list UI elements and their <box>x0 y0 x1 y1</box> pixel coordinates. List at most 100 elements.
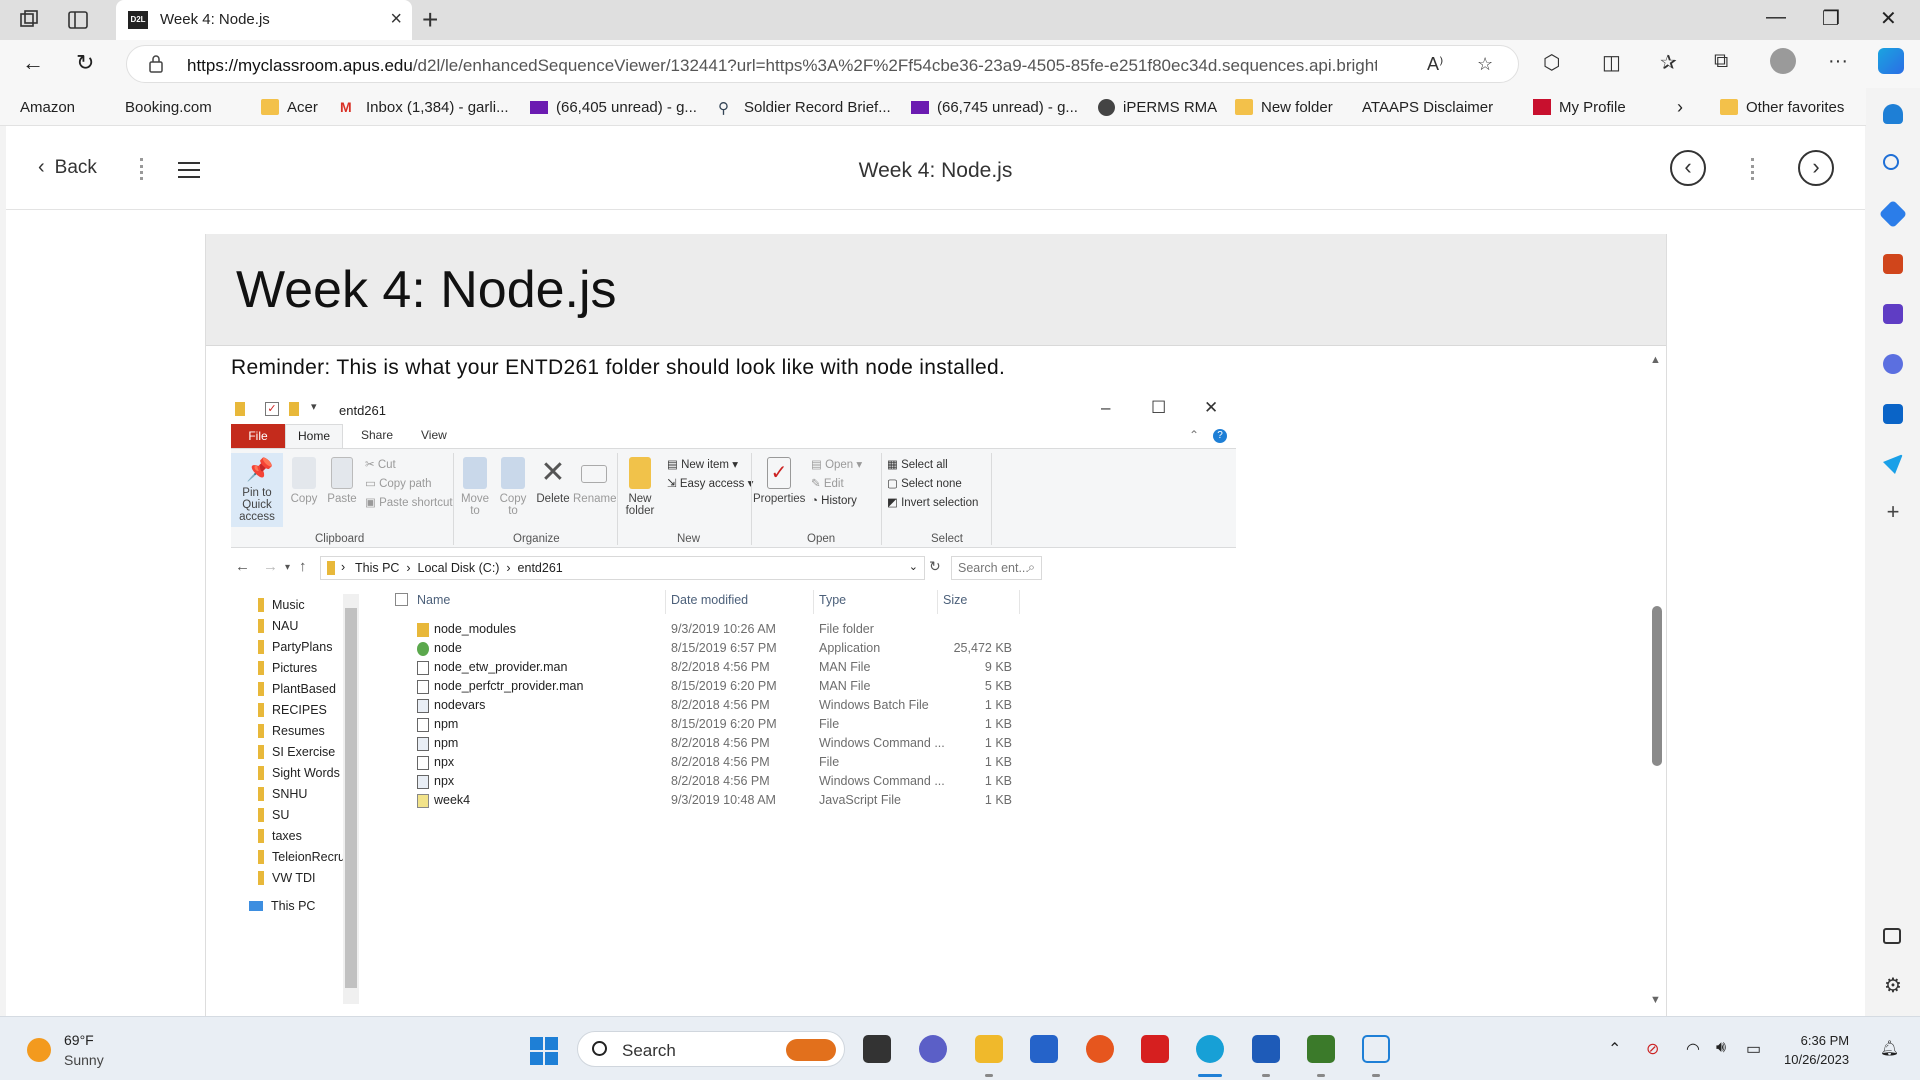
favorite-item[interactable]: M Inbox (1,384) - garli... <box>340 97 509 117</box>
teams-chat-icon[interactable] <box>919 1035 947 1063</box>
extensions-icon[interactable]: ⬡ <box>1543 50 1560 75</box>
copilot-icon[interactable] <box>1878 48 1904 74</box>
folder-icon <box>258 871 264 885</box>
path-dropdown-icon: ⌄ <box>908 561 918 573</box>
more-favorites-chevron-icon[interactable]: › <box>1677 97 1683 117</box>
settings-more-icon[interactable]: ··· <box>1828 50 1848 73</box>
active-indicator <box>1198 1074 1222 1077</box>
acrobat-icon[interactable] <box>1141 1035 1169 1063</box>
new-tab-icon[interactable]: + <box>422 4 438 36</box>
split-screen-icon[interactable]: ◫ <box>1602 50 1621 75</box>
game-app-icon[interactable] <box>1307 1035 1335 1063</box>
restore-icon[interactable]: ❐ <box>1822 6 1840 31</box>
refresh-icon[interactable]: ↻ <box>76 50 94 76</box>
search-icon[interactable] <box>1883 154 1899 170</box>
minimize-icon[interactable]: — <box>1766 6 1786 29</box>
file-row: node_perfctr_provider.man 8/15/2019 6:20 … <box>395 679 1045 698</box>
microsoft365-icon[interactable] <box>1883 354 1903 374</box>
file-list: Name Date modified Type Size node_module… <box>395 590 1045 870</box>
scroll-up-icon[interactable]: ▲ <box>1650 354 1661 366</box>
favorite-item[interactable]: ATAAPS Disclaimer <box>1362 97 1493 240</box>
rename-icon <box>581 465 607 483</box>
task-view-icon[interactable] <box>863 1035 891 1063</box>
security-icon[interactable]: ⊘ <box>1646 1039 1659 1059</box>
previous-page-button[interactable]: ‹ <box>1670 150 1706 186</box>
tools-icon[interactable] <box>1883 254 1903 274</box>
favorite-item[interactable]: My Profile <box>1533 97 1626 117</box>
start-button[interactable] <box>530 1037 558 1065</box>
send-icon[interactable] <box>1883 454 1903 474</box>
taskbar-search[interactable]: Search <box>577 1031 845 1067</box>
browser-toolbar: ← ↻ https://myclassroom.apus.edu/d2l/le/… <box>0 40 1920 88</box>
weather-temperature[interactable]: 69°F <box>64 1032 94 1048</box>
next-page-button[interactable]: › <box>1798 150 1834 186</box>
sidebar-toggle-icon[interactable] <box>1883 928 1901 944</box>
favorite-item[interactable]: Booking.com <box>125 97 212 240</box>
favorites-icon[interactable]: ✰ <box>1660 50 1677 75</box>
favorite-item[interactable]: Amazon <box>20 97 75 240</box>
explorer-address-row: ← → ▾ ↑ › This PC › Local Disk (C:) › en… <box>231 554 1236 582</box>
recent-chevron-icon: ▾ <box>285 562 291 573</box>
file-row: node_modules 9/3/2019 10:26 AM File folder <box>395 622 1045 641</box>
games-icon[interactable] <box>1883 304 1903 324</box>
lock-icon[interactable] <box>149 55 163 73</box>
window-close-icon[interactable]: ✕ <box>1880 6 1897 31</box>
favorite-item[interactable]: Acer <box>261 97 318 117</box>
browser-tab-active[interactable]: D2L Week 4: Node.js × <box>116 0 412 40</box>
snipping-tool-icon[interactable] <box>1362 1035 1390 1063</box>
clock[interactable]: 6:36 PM 10/26/2023 <box>1784 1031 1849 1069</box>
running-indicator <box>1317 1074 1325 1077</box>
notification-bell-icon[interactable]: 🔔︎ <box>1880 1039 1899 1057</box>
tab-actions-icon[interactable] <box>67 9 89 31</box>
favorite-item[interactable]: New folder <box>1235 97 1333 117</box>
firefox-icon[interactable] <box>1086 1035 1114 1063</box>
column-header-type: Type <box>819 593 847 607</box>
favorite-item[interactable]: Other favorites <box>1720 97 1844 117</box>
file-explorer-icon[interactable] <box>975 1035 1003 1063</box>
favorite-item[interactable]: ⚲ Soldier Record Brief... <box>718 97 891 118</box>
workspaces-icon[interactable] <box>18 9 40 31</box>
favorite-item[interactable]: (66,745 unread) - g... <box>911 97 1078 117</box>
favorite-item[interactable]: (66,405 unread) - g... <box>530 97 697 117</box>
column-header-date: Date modified <box>671 593 749 607</box>
invert-selection-button: ◩ Invert selection <box>887 497 979 509</box>
mail-icon <box>911 100 929 114</box>
edge-icon[interactable] <box>1196 1035 1224 1063</box>
bell-icon[interactable] <box>1883 104 1903 124</box>
move-icon <box>463 457 487 489</box>
d2l-favicon-icon: D2L <box>128 11 148 29</box>
scroll-down-icon[interactable]: ▼ <box>1650 994 1661 1006</box>
file-row: npx 8/2/2018 4:56 PM File 1 KB <box>395 755 1045 774</box>
properties-check-icon: ✓ <box>767 457 791 489</box>
add-icon[interactable]: + <box>1883 501 1903 523</box>
favorite-star-icon[interactable]: ☆ <box>1477 54 1493 75</box>
word-icon[interactable] <box>1252 1035 1280 1063</box>
delete-button: ✕ Delete <box>536 456 570 506</box>
outlook-icon[interactable] <box>1883 404 1903 424</box>
content-scrollbar[interactable]: ▲ ▼ <box>1648 346 1666 1016</box>
ribbon-divider <box>881 453 882 545</box>
battery-icon[interactable]: ▭ <box>1746 1039 1761 1059</box>
file-row: npx 8/2/2018 4:56 PM Windows Command ... 1 … <box>395 774 1045 793</box>
wifi-icon[interactable]: ◠ <box>1686 1039 1700 1059</box>
address-bar[interactable]: https://myclassroom.apus.edu/d2l/le/enha… <box>126 45 1519 83</box>
collections-icon[interactable]: ⧉ <box>1714 50 1728 73</box>
volume-icon[interactable]: 🔊︎ <box>1716 1039 1726 1057</box>
shopping-tag-icon[interactable] <box>1878 199 1908 229</box>
back-arrow-icon[interactable]: ← <box>22 50 44 76</box>
favorite-item[interactable]: iPERMS RMA <box>1098 97 1217 117</box>
reminder-text: Reminder: This is what your ENTD261 fold… <box>231 356 1006 379</box>
chevron-up-icon[interactable]: ⌃ <box>1608 1039 1621 1059</box>
history-button: ◔ History <box>811 495 857 507</box>
microsoft-store-icon[interactable] <box>1030 1035 1058 1063</box>
group-label-open: Open <box>807 533 836 545</box>
profile-avatar[interactable] <box>1770 48 1796 74</box>
gear-icon[interactable]: ⚙ <box>1883 976 1903 996</box>
page-viewport: ‹ Back Week 4: Node.js ‹ › Week 4: Node.j… <box>6 126 1865 1016</box>
scroll-thumb[interactable] <box>1652 606 1662 766</box>
weather-sun-icon[interactable] <box>27 1038 51 1062</box>
read-aloud-icon[interactable]: A⁾ <box>1427 54 1443 75</box>
weather-condition[interactable]: Sunny <box>64 1052 104 1068</box>
tab-close-icon[interactable]: × <box>390 8 402 31</box>
breadcrumb-this-pc: This PC <box>355 561 400 575</box>
